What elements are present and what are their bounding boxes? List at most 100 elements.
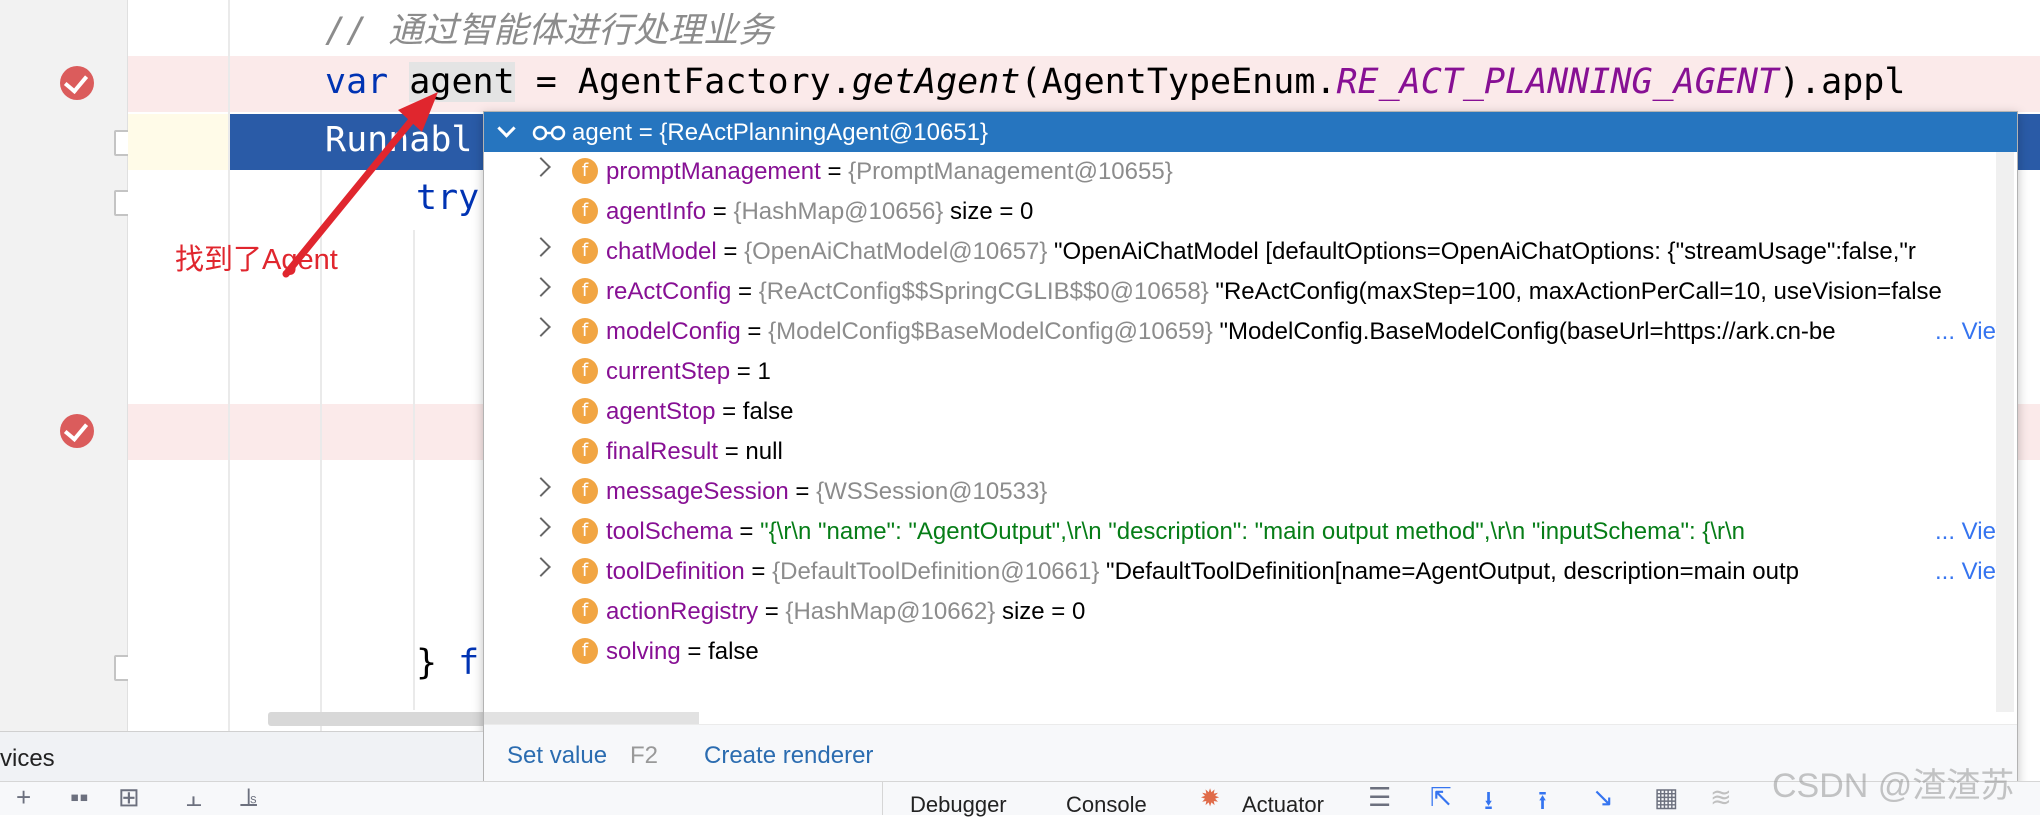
editor-gutter — [0, 0, 128, 731]
tab-console[interactable]: Console — [1066, 792, 1147, 818]
field-row[interactable]: f toolDefinition = {DefaultToolDefinition… — [484, 552, 2004, 592]
breakpoint-icon[interactable] — [60, 414, 94, 448]
field-content: toolSchema = "{\r\n "name": "AgentOutput… — [606, 518, 1745, 546]
breakpoint-icon[interactable] — [60, 66, 94, 100]
show-execution-point-icon[interactable]: ⇱ — [1430, 782, 1452, 813]
field-row[interactable]: f modelConfig = {ModelConfig$BaseModelCon… — [484, 312, 2004, 352]
code-line-finally: } f — [416, 643, 479, 683]
field-type: {HashMap@10662} — [785, 598, 996, 625]
watermark: CSDN @渣渣苏 — [1772, 767, 2015, 805]
field-name: promptManagement — [606, 158, 821, 185]
run-to-cursor-icon[interactable]: ↘ — [1592, 782, 1614, 813]
field-row[interactable]: f finalResult = null — [484, 432, 2004, 472]
field-row[interactable]: f agentInfo = {HashMap@10656} size = 0 — [484, 192, 2004, 232]
chevron-right-icon[interactable] — [531, 517, 551, 537]
field-equals: = — [716, 238, 745, 265]
chevron-right-icon[interactable] — [531, 557, 551, 577]
field-content: actionRegistry = {HashMap@10662} size = … — [606, 598, 1085, 626]
field-equals: = — [758, 598, 786, 625]
popup-header[interactable]: agent = {ReActPlanningAgent@10651} — [484, 112, 2017, 152]
field-name: agentInfo — [606, 198, 707, 225]
watch-glasses-icon — [532, 125, 566, 141]
popup-horizontal-scrollbar[interactable] — [484, 712, 699, 724]
annotation-text: 找到了Agent — [175, 244, 338, 276]
step-into-icon[interactable]: ⭳ — [1484, 782, 1493, 826]
field-name: solving — [606, 638, 681, 665]
field-equals: = — [706, 198, 734, 225]
tab-debugger[interactable]: Debugger — [910, 792, 1007, 818]
field-type: {ModelConfig$BaseModelConfig@10659} — [768, 318, 1213, 345]
field-type: {WSSession@10533} — [816, 478, 1048, 505]
expand-all-icon[interactable]: ⫠ — [186, 782, 202, 814]
set-value-link[interactable]: Set value — [507, 742, 607, 770]
current-line-gutter — [128, 114, 228, 170]
view-link[interactable]: ... View — [1931, 318, 2004, 346]
chevron-right-icon[interactable] — [531, 237, 551, 257]
field-value: "ModelConfig.BaseModelConfig(baseUrl=htt… — [1212, 318, 1836, 345]
field-value: "ReActConfig(maxStep=100, maxActionPerCa… — [1208, 278, 1942, 305]
field-icon: f — [572, 158, 598, 184]
new-service-icon[interactable]: ⊞ — [118, 782, 140, 813]
chevron-down-icon[interactable] — [497, 119, 516, 138]
field-value: null — [745, 438, 783, 465]
field-row[interactable]: f currentStep = 1 — [484, 352, 2004, 392]
field-row[interactable]: f solving = false — [484, 632, 2004, 672]
closing-brace: } — [416, 643, 438, 683]
services-panel-header: vices — [0, 731, 483, 782]
evaluate-icon[interactable]: ▦ — [1654, 782, 1679, 813]
chevron-right-icon[interactable] — [531, 477, 551, 497]
disabled-action-icon[interactable]: ≋ — [1710, 782, 1732, 813]
enum-constant: RE_ACT_PLANNING_AGENT — [1336, 62, 1779, 102]
field-content: currentStep = 1 — [606, 358, 771, 386]
field-value: false — [708, 638, 759, 665]
field-type: {HashMap@10656} — [733, 198, 944, 225]
field-name: messageSession — [606, 478, 789, 505]
field-equals: = — [788, 478, 817, 505]
field-content: reActConfig = {ReActConfig$$SpringCGLIB$… — [606, 278, 1942, 306]
popup-header-text: agent = {ReActPlanningAgent@10651} — [572, 119, 989, 146]
variable-inspector-popup[interactable]: agent = {ReActPlanningAgent@10651} f prom… — [483, 111, 2018, 787]
chevron-right-icon[interactable] — [531, 157, 551, 177]
keyword-finally: f — [458, 643, 480, 683]
menu-icon[interactable]: ☰ — [1368, 782, 1391, 813]
indent-guide — [413, 230, 415, 710]
field-row[interactable]: f reActConfig = {ReActConfig$$SpringCGLIB… — [484, 272, 2004, 312]
field-row[interactable]: f chatModel = {OpenAiChatModel@10657} "Op… — [484, 232, 2004, 272]
field-row[interactable]: f toolSchema = "{\r\n "name": "AgentOutpu… — [484, 512, 2004, 552]
add-icon[interactable]: + — [16, 782, 31, 813]
field-type: {DefaultToolDefinition@10661} — [772, 558, 1100, 585]
collapse-all-icon[interactable]: ⫡ — [240, 782, 257, 814]
tab-actuator[interactable]: Actuator — [1242, 792, 1324, 818]
field-type: {OpenAiChatModel@10657} — [744, 238, 1048, 265]
field-row[interactable]: f agentStop = false — [484, 392, 2004, 432]
field-equals: = — [730, 358, 758, 385]
code-line-agent: var agent = AgentFactory.getAgent(AgentT… — [325, 62, 1905, 102]
field-equals: = — [740, 318, 769, 345]
group-icon[interactable]: ▪▪ — [70, 782, 88, 813]
view-link[interactable]: ... View — [1931, 518, 2004, 546]
field-name: actionRegistry — [606, 598, 759, 625]
create-renderer-link[interactable]: Create renderer — [704, 742, 873, 770]
field-icon: f — [572, 198, 598, 224]
step-out-icon[interactable]: ⭱ — [1538, 782, 1547, 826]
field-row[interactable]: f actionRegistry = {HashMap@10662} size =… — [484, 592, 2004, 632]
field-icon: f — [572, 598, 598, 624]
field-row[interactable]: f promptManagement = {PromptManagement@10… — [484, 152, 2004, 192]
field-value: "OpenAiChatModel [defaultOptions=OpenAiC… — [1047, 238, 1916, 265]
popup-vertical-scrollbar[interactable] — [1996, 152, 2014, 712]
field-equals: = — [718, 438, 746, 465]
field-equals: = — [732, 518, 761, 545]
field-value: 1 — [757, 358, 771, 385]
indent-guide — [228, 0, 230, 731]
field-name: agentStop — [606, 398, 716, 425]
field-value: size = 0 — [995, 598, 1086, 625]
field-name: currentStep — [606, 358, 731, 385]
chevron-right-icon[interactable] — [531, 277, 551, 297]
field-icon: f — [572, 638, 598, 664]
field-equals: = — [820, 158, 849, 185]
view-link[interactable]: ... View — [1931, 558, 2004, 586]
field-equals: = — [744, 558, 773, 585]
field-row[interactable]: f messageSession = {WSSession@10533} — [484, 472, 2004, 512]
debug-toolbar: + ▪▪ ⊞ ⫠ ⫡ Debugger Console ✹ Actuator ☰… — [0, 781, 2040, 818]
chevron-right-icon[interactable] — [531, 317, 551, 337]
